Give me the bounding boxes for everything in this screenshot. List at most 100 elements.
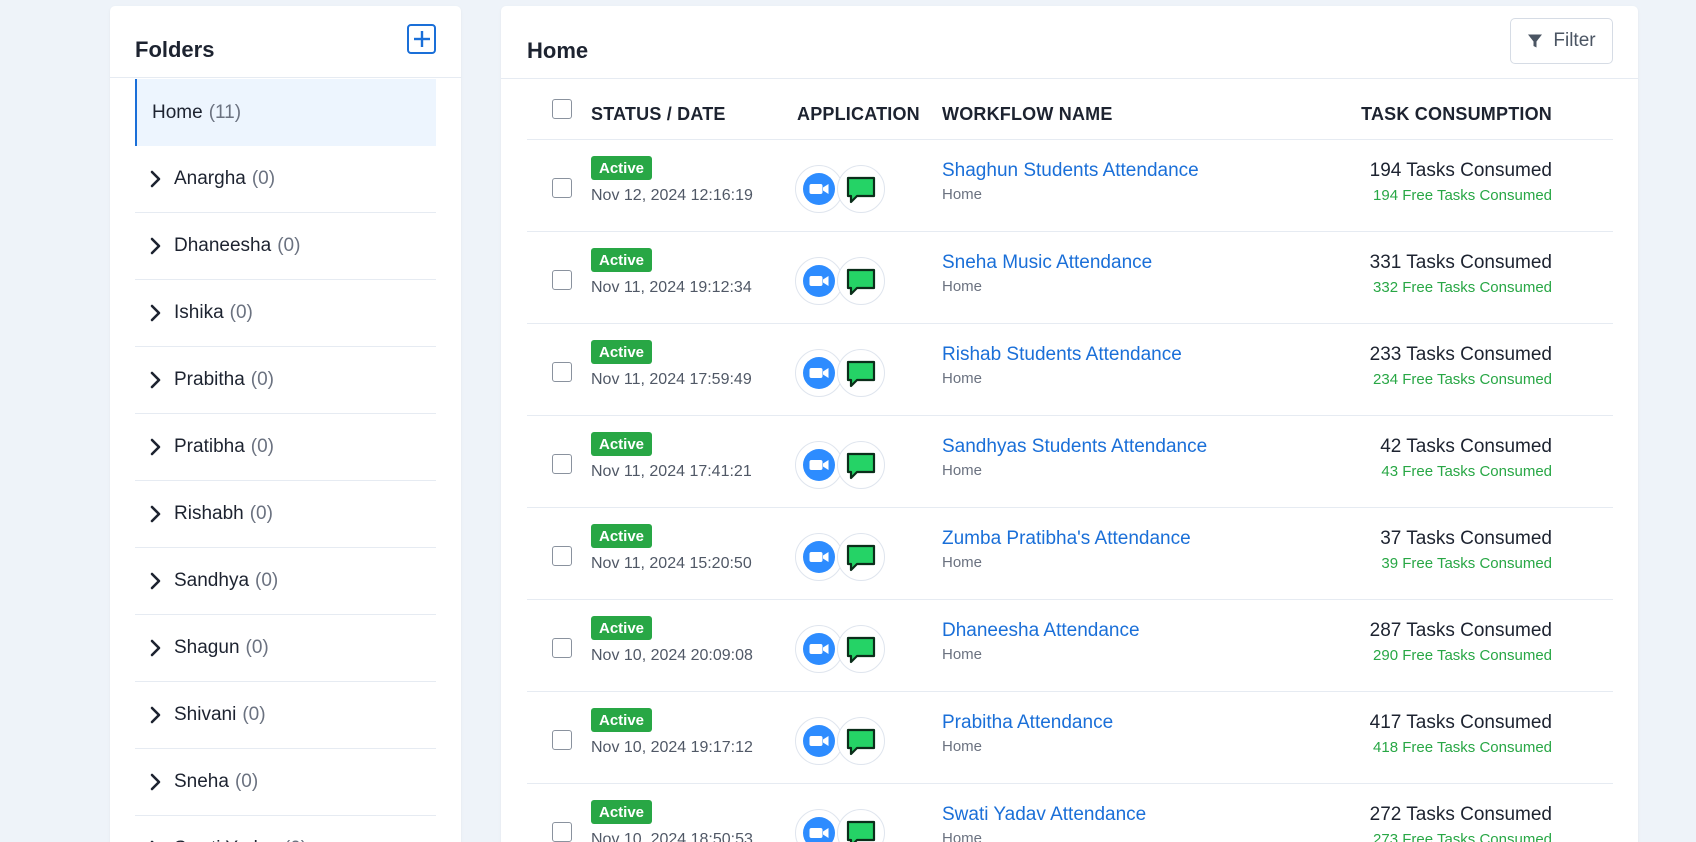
zoom-video-icon bbox=[803, 357, 835, 389]
table-body: Active Nov 12, 2024 12:16:19 Shaghun Stude… bbox=[527, 140, 1613, 842]
whatsapp-chat-icon bbox=[846, 176, 876, 204]
folder-count: (0) bbox=[250, 436, 275, 457]
workflow-name-link[interactable]: Sandhyas Students Attendance bbox=[942, 436, 1207, 458]
whatsapp-chat-icon bbox=[846, 636, 876, 664]
filter-icon bbox=[1528, 34, 1543, 48]
chevron-right-icon[interactable] bbox=[149, 639, 163, 657]
folder-item-shagun[interactable]: Shagun (0) bbox=[135, 615, 436, 682]
folder-count: (0) bbox=[284, 838, 307, 842]
folders-title: Folders bbox=[135, 37, 215, 62]
folder-count: (0) bbox=[245, 637, 269, 658]
app-zoom bbox=[795, 165, 843, 213]
add-folder-button[interactable] bbox=[407, 24, 436, 54]
folder-item-pratibha[interactable]: Pratibha (0) bbox=[135, 414, 436, 481]
folder-item-home[interactable]: Home (11) bbox=[135, 79, 436, 146]
row-checkbox[interactable] bbox=[552, 362, 572, 382]
table-row: Active Nov 10, 2024 18:50:53 Swati Yadav A… bbox=[527, 784, 1613, 842]
chevron-right-icon[interactable] bbox=[149, 438, 163, 456]
workflow-name-link[interactable]: Swati Yadav Attendance bbox=[942, 804, 1146, 826]
folder-count: (0) bbox=[229, 302, 253, 323]
whatsapp-chat-icon bbox=[846, 728, 876, 756]
folder-name: Swati Yadav (0) bbox=[174, 838, 307, 842]
folder-name: Prabitha (0) bbox=[174, 369, 274, 391]
status-badge: Active bbox=[591, 800, 653, 824]
chevron-right-icon[interactable] bbox=[149, 706, 163, 724]
workflow-folder: Home bbox=[942, 370, 983, 387]
column-workflow-name: WORKFLOW NAME bbox=[942, 104, 1113, 124]
table-row: Active Nov 11, 2024 19:12:34 Sneha Music A… bbox=[527, 232, 1613, 324]
row-checkbox[interactable] bbox=[552, 454, 572, 474]
table-row: Active Nov 10, 2024 20:09:08 Dhaneesha Att… bbox=[527, 600, 1613, 692]
workflow-folder: Home bbox=[942, 830, 983, 842]
folders-panel: Folders Home (11) Anargha (0) Dhaneesha (0) Is… bbox=[110, 6, 461, 842]
row-checkbox[interactable] bbox=[552, 822, 572, 842]
folder-label: Rishabh bbox=[174, 503, 244, 524]
select-all-checkbox[interactable] bbox=[552, 99, 572, 119]
workflow-name-link[interactable]: Dhaneesha Attendance bbox=[942, 620, 1140, 642]
workflow-folder: Home bbox=[942, 646, 983, 663]
chevron-right-icon[interactable] bbox=[149, 371, 163, 389]
chevron-right-icon[interactable] bbox=[149, 304, 163, 322]
folder-count: (0) bbox=[277, 235, 301, 256]
folder-item-swati-yadav[interactable]: Swati Yadav (0) bbox=[135, 816, 436, 842]
folder-name: Home (11) bbox=[152, 102, 241, 124]
workflow-name-link[interactable]: Sneha Music Attendance bbox=[942, 252, 1152, 274]
folder-list: Home (11) Anargha (0) Dhaneesha (0) Ishika (0) P… bbox=[135, 79, 436, 842]
folder-item-sneha[interactable]: Sneha (0) bbox=[135, 749, 436, 816]
zoom-video-icon bbox=[803, 265, 835, 297]
status-badge: Active bbox=[591, 616, 653, 640]
chevron-right-icon[interactable] bbox=[149, 505, 163, 523]
app-zoom bbox=[795, 349, 843, 397]
app-whatsapp bbox=[837, 809, 885, 842]
free-tasks-consumed: 234 Free Tasks Consumed bbox=[1373, 371, 1552, 388]
folder-item-prabitha[interactable]: Prabitha (0) bbox=[135, 347, 436, 414]
app-whatsapp bbox=[837, 717, 885, 765]
chevron-right-icon[interactable] bbox=[149, 170, 163, 188]
chevron-right-icon[interactable] bbox=[149, 572, 163, 590]
folder-label: Sandhya bbox=[174, 570, 250, 591]
app-zoom bbox=[795, 441, 843, 489]
zoom-video-icon bbox=[803, 173, 835, 205]
free-tasks-consumed: 43 Free Tasks Consumed bbox=[1381, 463, 1552, 480]
free-tasks-consumed: 418 Free Tasks Consumed bbox=[1373, 739, 1552, 756]
folder-count: (0) bbox=[249, 503, 273, 524]
folder-label: Sneha bbox=[174, 771, 229, 792]
workflow-name-link[interactable]: Rishab Students Attendance bbox=[942, 344, 1182, 366]
workflow-folder: Home bbox=[942, 186, 983, 203]
row-checkbox[interactable] bbox=[552, 730, 572, 750]
created-date: Nov 11, 2024 17:59:49 bbox=[591, 371, 752, 388]
created-date: Nov 11, 2024 19:12:34 bbox=[591, 279, 752, 296]
chevron-right-icon[interactable] bbox=[149, 237, 163, 255]
workflow-name-link[interactable]: Zumba Pratibha's Attendance bbox=[942, 528, 1191, 550]
app-whatsapp bbox=[837, 625, 885, 673]
column-application: APPLICATION bbox=[797, 104, 920, 124]
folder-item-rishabh[interactable]: Rishabh (0) bbox=[135, 481, 436, 548]
folder-item-anargha[interactable]: Anargha (0) bbox=[135, 146, 436, 213]
free-tasks-consumed: 332 Free Tasks Consumed bbox=[1373, 279, 1552, 296]
app-zoom bbox=[795, 257, 843, 305]
workflows-panel: Home Filter STATUS / DATE APPLICATION WO… bbox=[501, 6, 1638, 842]
filter-button[interactable]: Filter bbox=[1510, 18, 1613, 64]
workflow-name-link[interactable]: Prabitha Attendance bbox=[942, 712, 1113, 734]
app-zoom bbox=[795, 625, 843, 673]
app-whatsapp bbox=[837, 533, 885, 581]
folder-name: Sandhya (0) bbox=[174, 570, 278, 592]
row-checkbox[interactable] bbox=[552, 638, 572, 658]
status-badge: Active bbox=[591, 340, 653, 364]
table-row: Active Nov 11, 2024 15:20:50 Zumba Pratibh… bbox=[527, 508, 1613, 600]
folder-name: Pratibha (0) bbox=[174, 436, 274, 458]
row-checkbox[interactable] bbox=[552, 546, 572, 566]
folder-label: Swati Yadav bbox=[174, 838, 278, 842]
workflow-name-link[interactable]: Shaghun Students Attendance bbox=[942, 160, 1199, 182]
table-row: Active Nov 11, 2024 17:41:21 Sandhyas Stud… bbox=[527, 416, 1613, 508]
folder-item-shivani[interactable]: Shivani (0) bbox=[135, 682, 436, 749]
row-checkbox[interactable] bbox=[552, 270, 572, 290]
folder-item-dhaneesha[interactable]: Dhaneesha (0) bbox=[135, 213, 436, 280]
folder-item-ishika[interactable]: Ishika (0) bbox=[135, 280, 436, 347]
row-checkbox[interactable] bbox=[552, 178, 572, 198]
chevron-right-icon[interactable] bbox=[149, 773, 163, 791]
workflows-header: Home Filter bbox=[501, 6, 1638, 79]
folder-item-sandhya[interactable]: Sandhya (0) bbox=[135, 548, 436, 615]
folder-label: Shagun bbox=[174, 637, 240, 658]
folder-name: Ishika (0) bbox=[174, 302, 253, 324]
